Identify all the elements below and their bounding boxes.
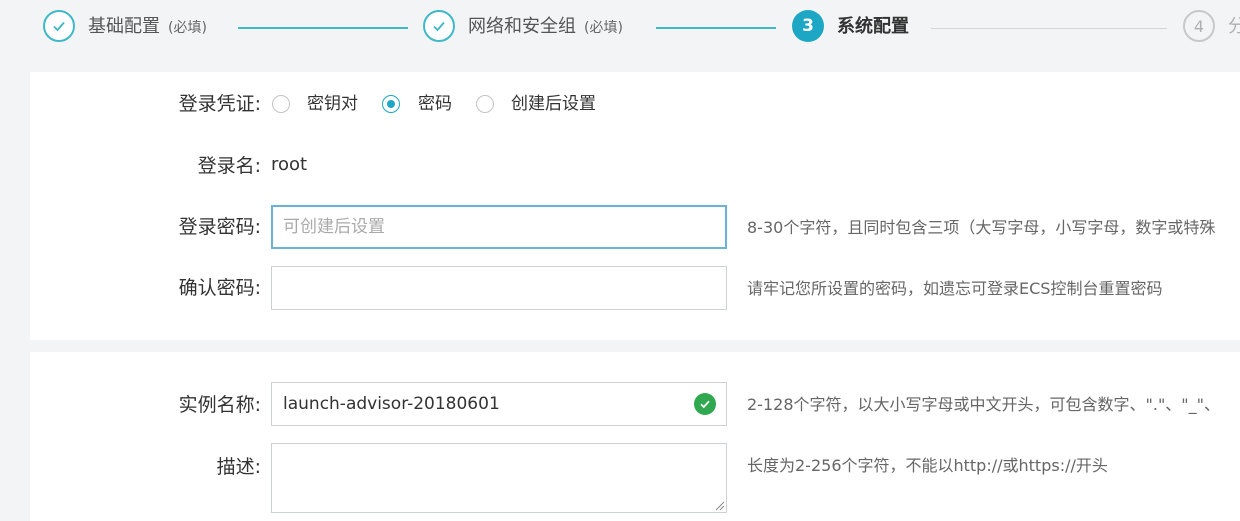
step-2-label[interactable]: 网络和安全组 (必填) [468,16,623,39]
step-1-check-icon[interactable] [43,10,75,42]
step-3-number[interactable]: 3 [792,10,824,42]
resize-handle-icon[interactable] [713,499,725,511]
radio-password[interactable] [382,95,400,113]
step-2-required-note: (必填) [584,20,623,36]
confirm-password-input[interactable] [271,266,727,310]
step-1-title: 基础配置 [88,16,160,37]
confirm-password-hint: 请牢记您所设置的密码，如遗忘可登录ECS控制台重置密码 [747,279,1163,298]
step-4-number[interactable]: 4 [1183,10,1215,42]
radio-set-later-label[interactable]: 创建后设置 [511,92,596,116]
username-value: root [271,154,308,175]
description-hint: 长度为2-256个字符，不能以http://或https://开头 [747,456,1108,475]
step-2-check-icon[interactable] [423,10,455,42]
radio-set-later[interactable] [476,95,494,113]
password-label: 登录密码: [178,216,261,238]
step-2-title: 网络和安全组 [468,16,576,37]
credential-label: 登录凭证: [178,93,261,115]
password-hint: 8-30个字符，且同时包含三项（大写字母，小写字母，数字或特殊 [747,218,1216,237]
description-label: 描述: [216,456,261,478]
description-textarea[interactable] [271,443,727,513]
password-input[interactable] [271,205,727,249]
radio-keypair[interactable] [272,95,290,113]
section-divider [42,340,1240,352]
valid-check-icon [694,393,716,415]
instance-name-label: 实例名称: [178,394,261,416]
username-label: 登录名: [197,155,261,177]
confirm-password-label: 确认密码: [178,277,261,299]
step-connector-3 [931,28,1167,29]
step-4-label[interactable]: 分 [1228,16,1240,38]
wizard-stepper: 基础配置 (必填) 网络和安全组 (必填) 3 系统配置 4 分 [0,0,1240,60]
radio-password-label[interactable]: 密码 [418,92,452,116]
step-connector-2 [656,27,776,29]
radio-keypair-label[interactable]: 密钥对 [307,92,358,116]
step-connector-1 [238,27,408,29]
instance-name-input[interactable] [271,382,727,426]
instance-name-hint: 2-128个字符，以大小写字母或中文开头，可包含数字、"."、"_"、 [747,395,1221,414]
step-3-label[interactable]: 系统配置 [837,16,909,38]
step-1-label[interactable]: 基础配置 (必填) [88,16,207,39]
step-1-required-note: (必填) [168,20,207,36]
